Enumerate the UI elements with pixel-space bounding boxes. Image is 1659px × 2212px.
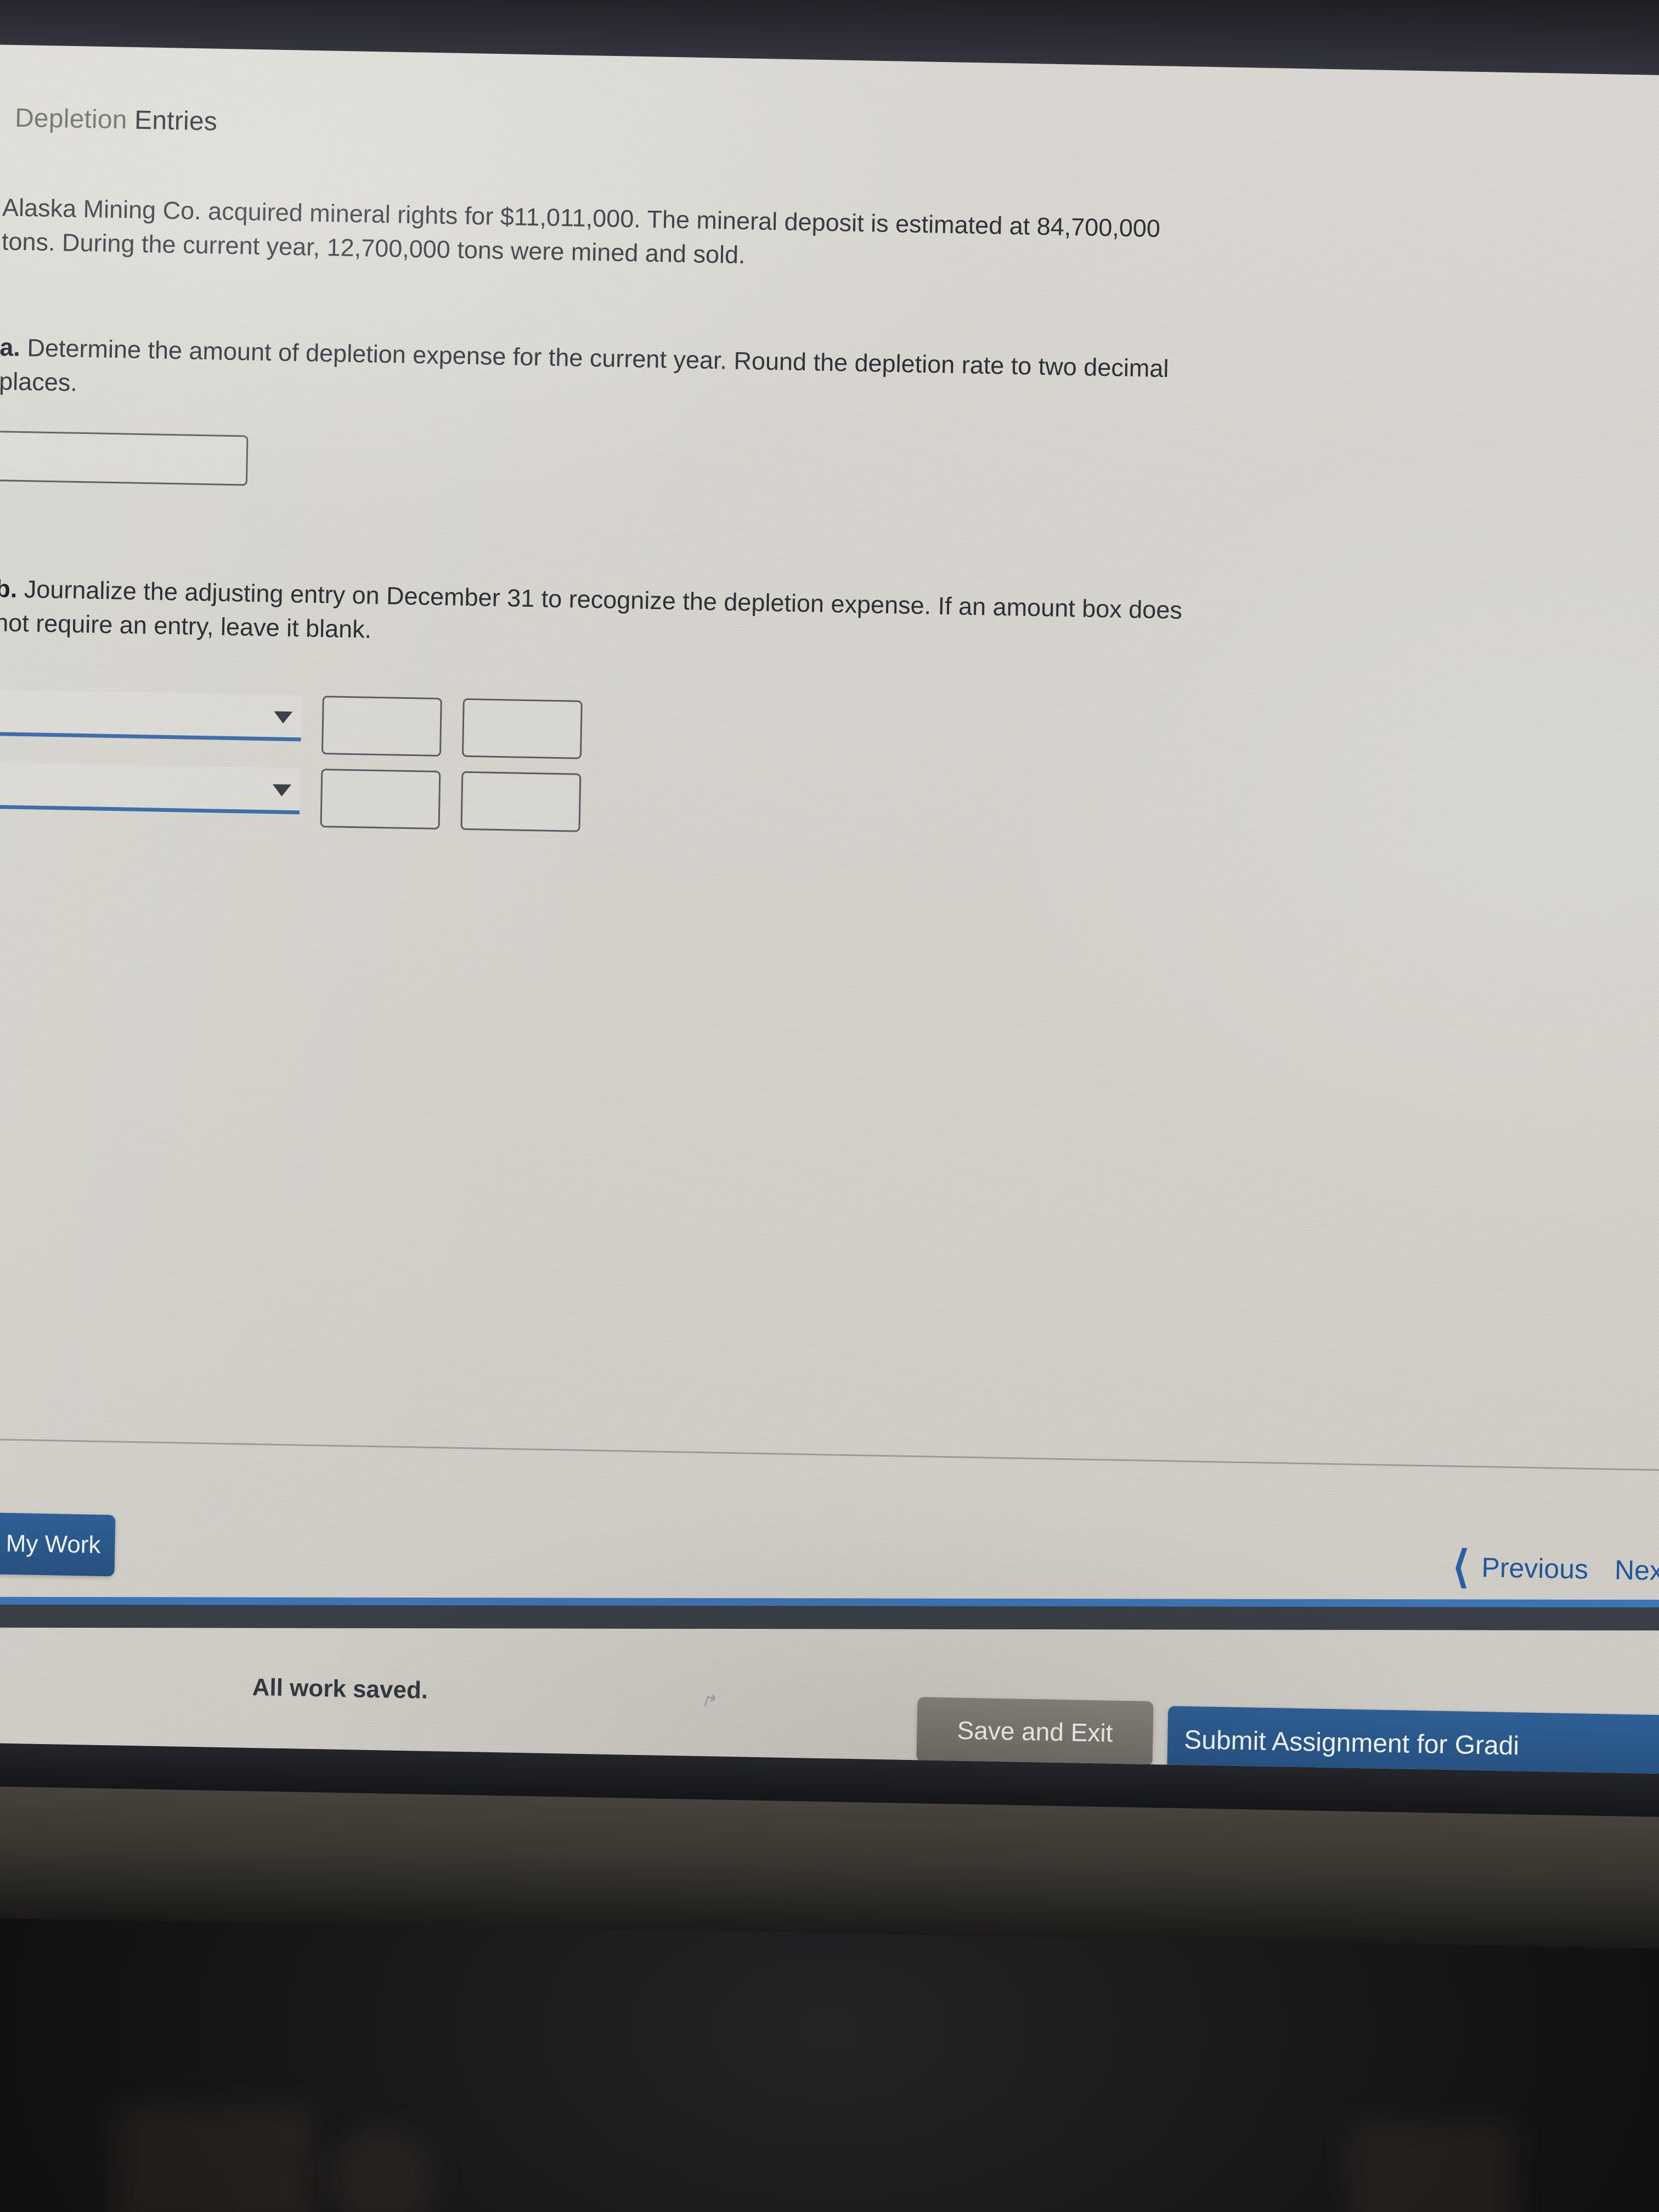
page-title: Depletion Entries bbox=[15, 103, 218, 137]
debit-input-row-1[interactable] bbox=[321, 696, 442, 757]
part-a-answer-row: $ bbox=[0, 430, 249, 486]
pagination-controls: ⟨ Previous Next ⟩ bbox=[1452, 1542, 1659, 1592]
account-select-row-2[interactable] bbox=[0, 763, 301, 815]
save-status-message: All work saved. bbox=[252, 1674, 428, 1704]
previous-button-label: Previous bbox=[1481, 1552, 1589, 1585]
save-and-exit-button[interactable]: Save and Exit bbox=[916, 1697, 1154, 1767]
journal-entry-row bbox=[0, 763, 582, 832]
chevron-down-icon bbox=[273, 711, 293, 724]
journal-entry-grid bbox=[0, 690, 583, 846]
page-title-word-entries: Entries bbox=[134, 105, 218, 137]
debit-input-row-2[interactable] bbox=[320, 769, 441, 830]
content-divider bbox=[0, 1437, 1659, 1471]
page-title-word-depletion: Depletion bbox=[14, 103, 128, 135]
account-select-row-1[interactable] bbox=[0, 690, 302, 742]
chevron-down-icon bbox=[272, 784, 291, 797]
background-blur-shape bbox=[1350, 2123, 1514, 2212]
credit-input-row-2[interactable] bbox=[460, 771, 582, 832]
part-a-instructions: a. Determine the amount of depletion exp… bbox=[0, 330, 1645, 428]
background-blur-shape bbox=[115, 2107, 313, 2212]
screen-glare bbox=[0, 31, 1659, 1774]
screen-viewport: Depletion Entries Alaska Mining Co. acqu… bbox=[0, 31, 1659, 1774]
check-my-work-button[interactable]: ck My Work bbox=[0, 1510, 116, 1577]
mouse-cursor: ↱ bbox=[699, 1689, 721, 1714]
monitor-photo: Depletion Entries Alaska Mining Co. acqu… bbox=[0, 0, 1659, 2212]
next-button[interactable]: Next ⟩ bbox=[1615, 1554, 1659, 1588]
previous-button[interactable]: ⟨ Previous bbox=[1452, 1542, 1589, 1592]
status-bar-separator bbox=[0, 1604, 1659, 1631]
part-a-marker: a. bbox=[0, 333, 21, 362]
part-b-marker: b. bbox=[0, 574, 18, 603]
next-button-label: Next bbox=[1614, 1554, 1659, 1587]
problem-statement: Alaska Mining Co. acquired mineral right… bbox=[1, 190, 1648, 289]
part-a-depletion-expense-input[interactable] bbox=[0, 430, 249, 486]
chevron-left-icon: ⟨ bbox=[1452, 1542, 1470, 1592]
submit-assignment-button[interactable]: Submit Assignment for Gradi bbox=[1167, 1706, 1659, 1774]
background-blur-shape bbox=[329, 2129, 433, 2212]
part-b-instructions: b. Journalize the adjusting entry on Dec… bbox=[0, 572, 1641, 670]
credit-input-row-1[interactable] bbox=[461, 698, 583, 759]
journal-entry-row bbox=[0, 690, 583, 759]
